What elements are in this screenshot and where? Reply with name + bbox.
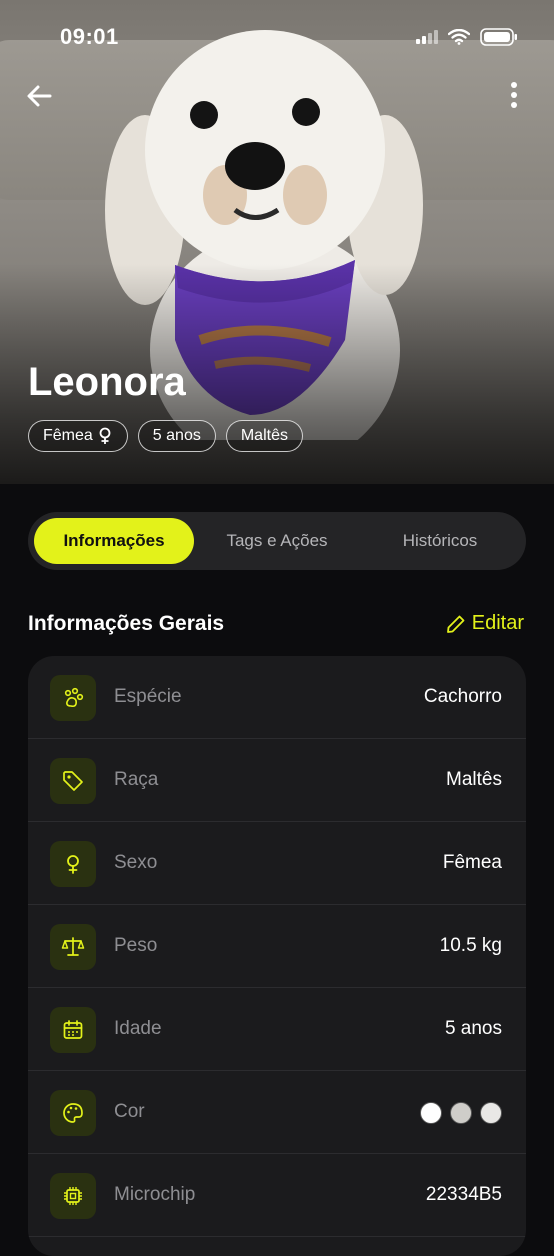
row-label: Cor bbox=[114, 1101, 145, 1122]
row-value: 22334B5 bbox=[425, 1184, 502, 1205]
female-icon bbox=[99, 427, 111, 444]
info-row-sexo: Sexo Fêmea bbox=[28, 822, 526, 905]
tab-historicos[interactable]: Históricos bbox=[360, 518, 520, 564]
chip-label: 5 anos bbox=[152, 427, 201, 444]
row-label: Peso bbox=[114, 935, 158, 956]
color-swatch bbox=[480, 1102, 502, 1124]
row-value: Cachorro bbox=[423, 686, 502, 707]
paw-icon bbox=[64, 687, 84, 708]
tab-tags-acoes[interactable]: Tags e Ações bbox=[198, 518, 356, 564]
row-icon-box bbox=[50, 675, 96, 721]
chip-label: Maltês bbox=[240, 427, 288, 444]
arrow-left-icon bbox=[27, 85, 52, 107]
row-value: Maltês bbox=[446, 769, 502, 790]
edit-label: Editar bbox=[471, 612, 524, 634]
color-swatches bbox=[420, 1102, 502, 1124]
info-row-microchip: Microchip 22334B5 bbox=[28, 1154, 526, 1237]
row-value: 5 anos bbox=[444, 1018, 502, 1039]
row-icon-box bbox=[50, 758, 96, 804]
female-icon bbox=[67, 855, 79, 874]
row-label: Sexo bbox=[114, 852, 158, 873]
scale-icon bbox=[61, 937, 85, 956]
row-icon-box bbox=[50, 1007, 96, 1053]
tab-informacoes[interactable]: Informações bbox=[34, 518, 194, 564]
info-row-cor: Cor bbox=[28, 1071, 526, 1154]
row-label: Idade bbox=[114, 1018, 162, 1039]
more-vertical-icon bbox=[511, 82, 517, 108]
calendar-icon bbox=[63, 1020, 83, 1039]
row-value: Fêmea bbox=[442, 852, 502, 873]
back-button[interactable] bbox=[24, 80, 56, 112]
row-label: Espécie bbox=[114, 686, 182, 707]
color-swatch bbox=[420, 1102, 442, 1124]
info-row-raca: Raça Maltês bbox=[28, 739, 526, 822]
row-icon-box bbox=[50, 924, 96, 970]
info-card: Espécie Cachorro Raça Maltês Sexo Fêmea bbox=[28, 656, 526, 1256]
row-icon-box bbox=[50, 1173, 96, 1219]
info-row-idade: Idade 5 anos bbox=[28, 988, 526, 1071]
section-title: Informações Gerais bbox=[28, 612, 225, 635]
pet-photo-header: 09:01 Leonora Fêmea 5 anos Maltês bbox=[0, 0, 554, 484]
chip-sex: Fêmea bbox=[28, 420, 128, 452]
row-label: Microchip bbox=[114, 1184, 196, 1205]
pet-name: Leonora bbox=[28, 360, 186, 404]
signal-icon bbox=[416, 30, 438, 44]
row-icon-box bbox=[50, 841, 96, 887]
info-row-especie: Espécie Cachorro bbox=[28, 656, 526, 739]
chip-breed: Maltês bbox=[225, 420, 303, 452]
status-bar: 09:01 bbox=[0, 0, 554, 72]
color-swatch bbox=[450, 1102, 472, 1124]
pet-chips: Fêmea 5 anos Maltês bbox=[28, 420, 303, 452]
status-time: 09:01 bbox=[60, 24, 119, 49]
row-label: Raça bbox=[114, 769, 159, 790]
row-value: 10.5 kg bbox=[439, 935, 502, 956]
edit-button[interactable]: Editar bbox=[446, 612, 524, 635]
pencil-icon bbox=[446, 615, 465, 633]
wifi-icon bbox=[448, 29, 470, 45]
battery-icon bbox=[480, 28, 517, 46]
more-options-button[interactable] bbox=[504, 80, 524, 112]
chip-age: 5 anos bbox=[137, 420, 216, 452]
chip-icon bbox=[64, 1187, 82, 1205]
palette-icon bbox=[63, 1103, 83, 1123]
info-row-peso: Peso 10.5 kg bbox=[28, 905, 526, 988]
status-icons bbox=[416, 28, 518, 46]
tab-bar: Informações Tags e Ações Históricos bbox=[28, 512, 526, 570]
tag-icon bbox=[63, 771, 83, 791]
row-icon-box bbox=[50, 1090, 96, 1136]
chip-label: Fêmea bbox=[43, 427, 93, 444]
